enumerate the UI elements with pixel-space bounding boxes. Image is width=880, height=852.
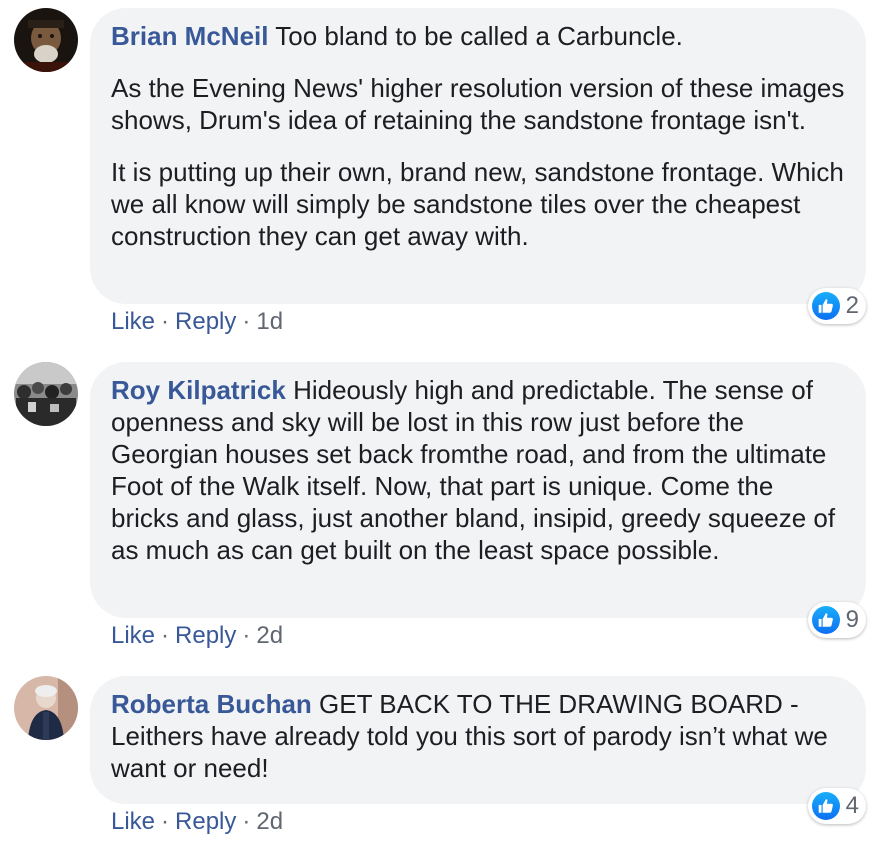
avatar-image	[14, 676, 78, 740]
comment-text: As the Evening News' higher resolution v…	[111, 73, 845, 135]
comment-author-link[interactable]: Brian McNeil	[111, 21, 269, 51]
comment-bubble: Roy Kilpatrick Hideously high and predic…	[90, 362, 866, 618]
thumbs-up-icon	[811, 792, 840, 820]
reply-button[interactable]: Reply	[175, 808, 236, 835]
comment-timestamp[interactable]: 2d	[256, 808, 283, 835]
avatar-image	[14, 362, 78, 426]
separator: ·	[161, 808, 170, 835]
comment-actions: Like · Reply · 2d	[111, 808, 283, 836]
avatar-roberta-buchan[interactable]	[14, 676, 78, 740]
comment-actions: Like · Reply · 2d	[111, 622, 283, 650]
like-button[interactable]: Like	[111, 808, 155, 835]
separator: ·	[161, 308, 170, 335]
reaction-count: 2	[845, 292, 859, 319]
comment-timestamp[interactable]: 2d	[256, 622, 283, 649]
separator: ·	[161, 622, 170, 649]
reaction-count: 4	[845, 792, 859, 819]
comment-author-link[interactable]: Roy Kilpatrick	[111, 375, 286, 405]
separator: ·	[242, 808, 251, 835]
comment-text: Too bland to be called a Carbuncle.	[275, 21, 683, 51]
reactions-badge[interactable]: 2	[807, 288, 866, 324]
comment-actions: Like · Reply · 1d	[111, 308, 283, 336]
thumbs-up-icon	[811, 606, 840, 634]
comment-timestamp[interactable]: 1d	[256, 308, 283, 335]
avatar-roy-kilpatrick[interactable]	[14, 362, 78, 426]
reaction-count: 9	[845, 606, 859, 633]
comment-bubble: Roberta Buchan GET BACK TO THE DRAWING B…	[90, 676, 866, 804]
like-button[interactable]: Like	[111, 622, 155, 649]
comment-text: It is putting up their own, brand new, s…	[111, 157, 844, 251]
comment-author-link[interactable]: Roberta Buchan	[111, 689, 312, 719]
avatar-image	[14, 8, 78, 72]
like-button[interactable]: Like	[111, 308, 155, 335]
reactions-badge[interactable]: 9	[807, 602, 866, 638]
reply-button[interactable]: Reply	[175, 308, 236, 335]
reply-button[interactable]: Reply	[175, 622, 236, 649]
thumbs-up-icon	[811, 292, 840, 320]
separator: ·	[242, 622, 251, 649]
comment-bubble: Brian McNeil Too bland to be called a Ca…	[90, 8, 866, 304]
reactions-badge[interactable]: 4	[807, 788, 866, 824]
avatar-brian-mcneil[interactable]	[14, 8, 78, 72]
separator: ·	[242, 308, 251, 335]
